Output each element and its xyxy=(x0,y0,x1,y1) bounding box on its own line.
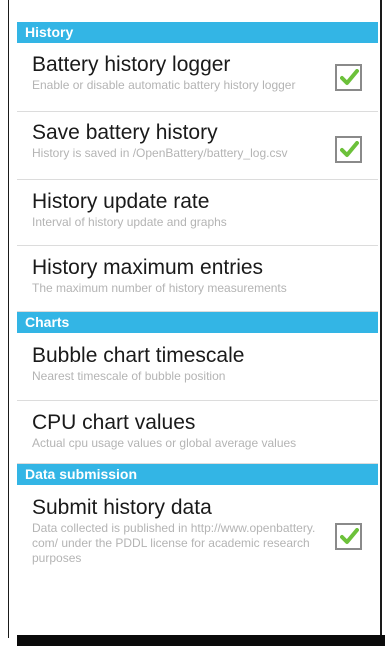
preferences-list: History Battery history logger Enable or… xyxy=(17,22,378,583)
pref-title: Submit history data xyxy=(32,496,212,519)
pref-title: History update rate xyxy=(32,190,210,213)
pref-summary: Actual cpu usage values or global averag… xyxy=(32,436,297,450)
checkmark-icon xyxy=(340,69,359,85)
pref-save-battery-history[interactable]: Save battery history History is saved in… xyxy=(17,112,378,180)
pref-history-maximum-entries[interactable]: History maximum entries The maximum numb… xyxy=(17,246,378,312)
checkmark-icon xyxy=(340,141,359,157)
pref-submit-history-data[interactable]: Submit history data Data collected is pu… xyxy=(17,485,378,583)
pref-summary: Data collected is published in http://ww… xyxy=(32,521,316,565)
checkbox-save-battery-history[interactable] xyxy=(335,136,362,163)
checkmark-icon xyxy=(340,528,359,544)
pref-battery-history-logger[interactable]: Battery history logger Enable or disable… xyxy=(17,43,378,112)
section-header-data-submission: Data submission xyxy=(17,464,378,485)
pref-cpu-chart-values[interactable]: CPU chart values Actual cpu usage values… xyxy=(17,401,378,464)
pref-bubble-chart-timescale[interactable]: Bubble chart timescale Nearest timescale… xyxy=(17,333,378,401)
pref-summary: The maximum number of history measuremen… xyxy=(32,281,287,295)
pref-summary: Enable or disable automatic battery hist… xyxy=(32,78,296,92)
pref-title: Battery history logger xyxy=(32,53,231,76)
section-header-charts: Charts xyxy=(17,312,378,333)
pref-title: CPU chart values xyxy=(32,411,196,434)
pref-summary: Interval of history update and graphs xyxy=(32,215,227,229)
pref-summary: Nearest timescale of bubble position xyxy=(32,369,226,383)
pref-summary: History is saved in /OpenBattery/battery… xyxy=(32,146,288,160)
bottom-bar xyxy=(17,635,385,646)
pref-history-update-rate[interactable]: History update rate Interval of history … xyxy=(17,180,378,246)
checkbox-battery-history-logger[interactable] xyxy=(335,64,362,91)
checkbox-submit-history-data[interactable] xyxy=(335,523,362,550)
pref-title: Save battery history xyxy=(32,121,218,144)
pref-title: Bubble chart timescale xyxy=(32,344,245,367)
section-header-history: History xyxy=(17,22,378,43)
pref-title: History maximum entries xyxy=(32,256,264,279)
